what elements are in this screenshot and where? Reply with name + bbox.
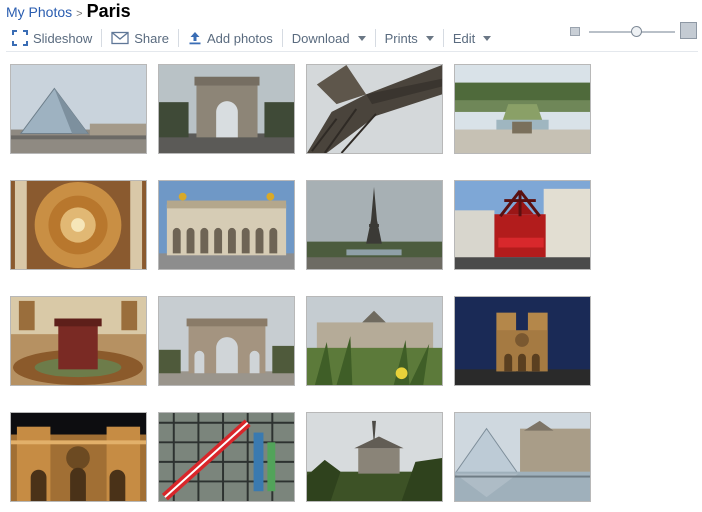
breadcrumb-separator: > [76, 8, 83, 20]
chevron-down-icon [357, 35, 366, 41]
photo-thumbnail-eiffel-tower-from-below[interactable] [306, 64, 443, 154]
photo-thumbnail-moulin-rouge[interactable] [454, 180, 591, 270]
photo-thumbnail-louvre-pyramid-reflection[interactable] [454, 412, 591, 502]
slideshow-button[interactable]: Slideshow [6, 27, 101, 49]
toolbar-divider-line [6, 51, 698, 52]
download-label: Download [291, 30, 350, 46]
add-photos-label: Add photos [206, 30, 273, 46]
photo-thumbnail-versailles-gardens[interactable] [454, 64, 591, 154]
add-photos-button[interactable]: Add photos [179, 27, 282, 49]
photo-thumbnail-invalides-dome[interactable] [10, 180, 147, 270]
edit-menu[interactable]: Edit [444, 27, 500, 49]
photo-thumbnail-notre-dame-from-park[interactable] [306, 412, 443, 502]
edit-label: Edit [452, 30, 476, 46]
slideshow-icon [12, 30, 28, 46]
toolbar: Slideshow Share Add photos Download Prin… [6, 26, 500, 50]
slider-handle[interactable] [630, 26, 642, 37]
share-button[interactable]: Share [102, 27, 178, 49]
slideshow-label: Slideshow [33, 30, 93, 46]
breadcrumb: My Photos > Paris [6, 1, 131, 23]
photo-thumbnail-eiffel-tower-distant[interactable] [306, 180, 443, 270]
prints-label: Prints [384, 30, 418, 46]
small-thumbnail-icon[interactable] [570, 27, 580, 36]
photo-thumbnail-napoleon-tomb[interactable] [10, 296, 147, 386]
prints-menu[interactable]: Prints [376, 27, 443, 49]
envelope-icon [111, 31, 129, 45]
album-title: Paris [86, 1, 131, 21]
photo-thumbnail-notre-dame-illuminated[interactable] [10, 412, 147, 502]
photo-thumbnail-centre-pompidou[interactable] [158, 412, 295, 502]
large-thumbnail-icon[interactable] [680, 22, 697, 39]
photo-thumbnail-arc-de-triomphe[interactable] [158, 64, 295, 154]
chevron-down-icon [425, 35, 434, 41]
photo-thumbnail-notre-dame-night[interactable] [454, 296, 591, 386]
photo-thumbnail-palais-garnier[interactable] [158, 180, 295, 270]
photo-thumbnail-luxembourg-palace[interactable] [306, 296, 443, 386]
my-photos-link[interactable]: My Photos [6, 4, 72, 20]
download-menu[interactable]: Download [283, 27, 375, 49]
upload-icon [188, 31, 202, 45]
thumbnail-size-slider[interactable] [570, 22, 698, 42]
photo-thumbnail-arc-du-carrousel[interactable] [158, 296, 295, 386]
chevron-down-icon [483, 35, 492, 41]
photo-thumbnail-louvre-pyramid[interactable] [10, 64, 147, 154]
share-label: Share [134, 30, 169, 46]
